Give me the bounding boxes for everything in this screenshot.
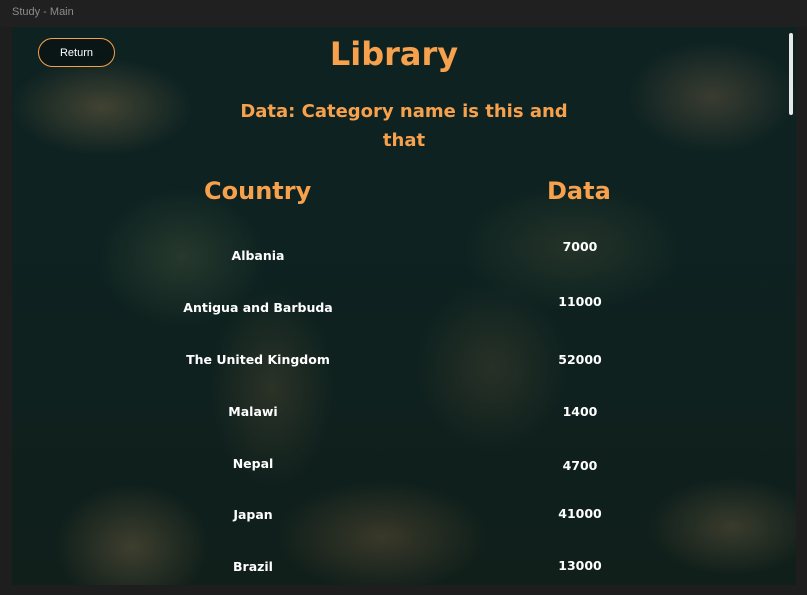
- title-bar: Study - Main: [0, 0, 807, 27]
- country-cell: Antigua and Barbuda: [183, 300, 333, 315]
- country-cell: Nepal: [232, 456, 274, 471]
- window-title: Study - Main: [12, 6, 74, 18]
- data-cell: 41000: [558, 506, 602, 521]
- country-cell: The United Kingdom: [186, 352, 330, 367]
- data-cell: 7000: [562, 239, 598, 254]
- country-cell: Malawi: [228, 404, 278, 419]
- data-column-header: Data: [547, 177, 611, 205]
- page-title: Library: [329, 35, 459, 73]
- data-cell: 52000: [558, 352, 602, 367]
- country-cell: Albania: [231, 248, 285, 263]
- library-page: Return Library Data: Category name is th…: [12, 27, 796, 585]
- data-cell: 11000: [558, 294, 602, 309]
- data-cell: 4700: [562, 458, 598, 473]
- data-cell: 13000: [558, 558, 602, 573]
- vertical-scrollbar[interactable]: [789, 33, 793, 115]
- country-cell: Brazil: [233, 559, 273, 574]
- country-cell: Japan: [233, 507, 273, 522]
- category-subtitle: Data: Category name is this and that: [240, 101, 568, 151]
- country-column-header: Country: [204, 177, 312, 205]
- data-cell: 1400: [562, 404, 598, 419]
